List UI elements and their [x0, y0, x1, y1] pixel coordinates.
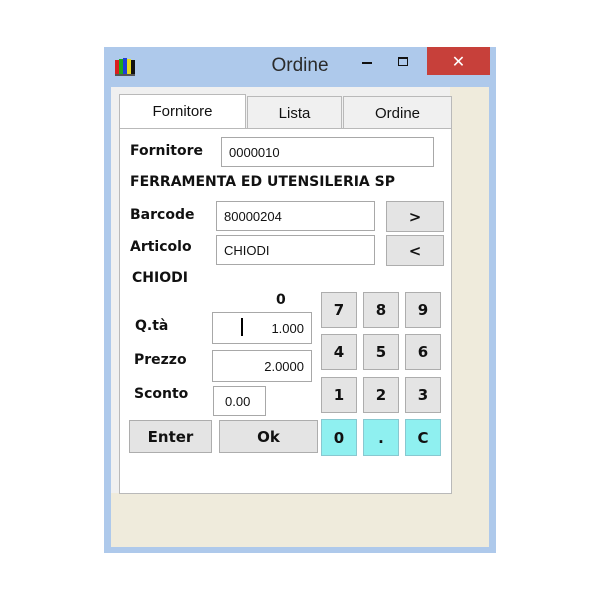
keypad-2[interactable]: 2 [363, 377, 399, 413]
keypad-4[interactable]: 4 [321, 334, 357, 370]
text-cursor [241, 318, 243, 336]
supplier-name: FERRAMENTA ED UTENSILERIA SP [130, 174, 395, 190]
prezzo-field[interactable]: 2.0000 [212, 350, 312, 382]
barcode-label: Barcode [130, 207, 195, 223]
prezzo-label: Prezzo [134, 352, 187, 368]
article-description: CHIODI [132, 270, 188, 286]
enter-button[interactable]: Enter [129, 420, 212, 453]
keypad-clear[interactable]: C [405, 419, 441, 456]
articolo-field[interactable]: CHIODI [216, 235, 375, 265]
keypad-3[interactable]: 3 [405, 377, 441, 413]
barcode-field[interactable]: 80000204 [216, 201, 375, 231]
fornitore-field[interactable]: 0000010 [221, 137, 434, 167]
keypad-decimal[interactable]: . [363, 419, 399, 456]
qta-value: 1.000 [271, 320, 304, 336]
fornitore-label: Fornitore [130, 143, 203, 159]
qta-label: Q.tà [135, 318, 169, 334]
ok-button[interactable]: Ok [219, 420, 318, 453]
sconto-label: Sconto [134, 386, 189, 402]
keypad-7[interactable]: 7 [321, 292, 357, 328]
keypad-0[interactable]: 0 [321, 419, 357, 456]
prev-button[interactable]: < [386, 235, 444, 266]
keypad-6[interactable]: 6 [405, 334, 441, 370]
keypad-5[interactable]: 5 [363, 334, 399, 370]
item-count: 0 [276, 292, 286, 308]
keypad-9[interactable]: 9 [405, 292, 441, 328]
keypad-8[interactable]: 8 [363, 292, 399, 328]
keypad-1[interactable]: 1 [321, 377, 357, 413]
qta-field[interactable]: 1.000 [212, 312, 312, 344]
articolo-label: Articolo [130, 239, 192, 255]
next-button[interactable]: > [386, 201, 444, 232]
sconto-field[interactable]: 0.00 [213, 386, 266, 416]
